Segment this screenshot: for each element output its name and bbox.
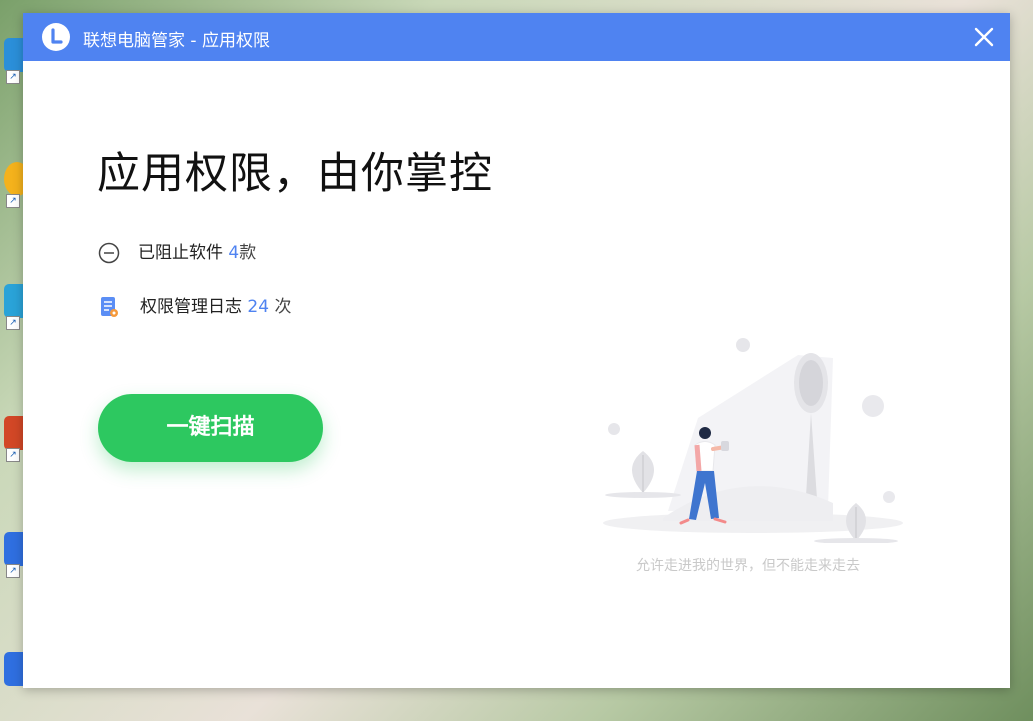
shortcut-arrow-icon: ↗ [6,70,20,84]
shortcut-arrow-icon: ↗ [6,316,20,330]
log-document-icon [98,296,120,318]
title-bar[interactable]: 联想电脑管家 - 应用权限 [23,13,1010,61]
close-icon [974,27,994,47]
empty-state-illustration [593,323,903,544]
blocked-software-unit: 款 [239,243,257,263]
close-button[interactable] [968,23,1000,51]
illustration-caption: 允许走进我的世界，但不能走来走去 [636,558,860,574]
permission-log-label: 权限管理日志 [140,297,242,317]
shortcut-arrow-icon: ↗ [6,448,20,462]
permission-log-count[interactable]: 24 [247,297,269,317]
app-window: 联想电脑管家 - 应用权限 应用权限，由你掌控 已阻止软件 4款 权限管理日志 … [23,13,1010,688]
window-title: 联想电脑管家 - 应用权限 [83,31,270,51]
shortcut-arrow-icon: ↗ [6,564,20,578]
one-click-scan-button[interactable]: 一键扫描 [98,394,323,462]
page-title: 应用权限，由你掌控 [97,149,493,199]
permission-log-unit: 次 [274,297,292,317]
minus-circle-icon [98,242,120,264]
blocked-software-count[interactable]: 4 [228,243,239,263]
lenovo-logo-icon [42,23,70,51]
shortcut-arrow-icon: ↗ [6,194,20,208]
blocked-software-label: 已阻止软件 [138,243,223,263]
